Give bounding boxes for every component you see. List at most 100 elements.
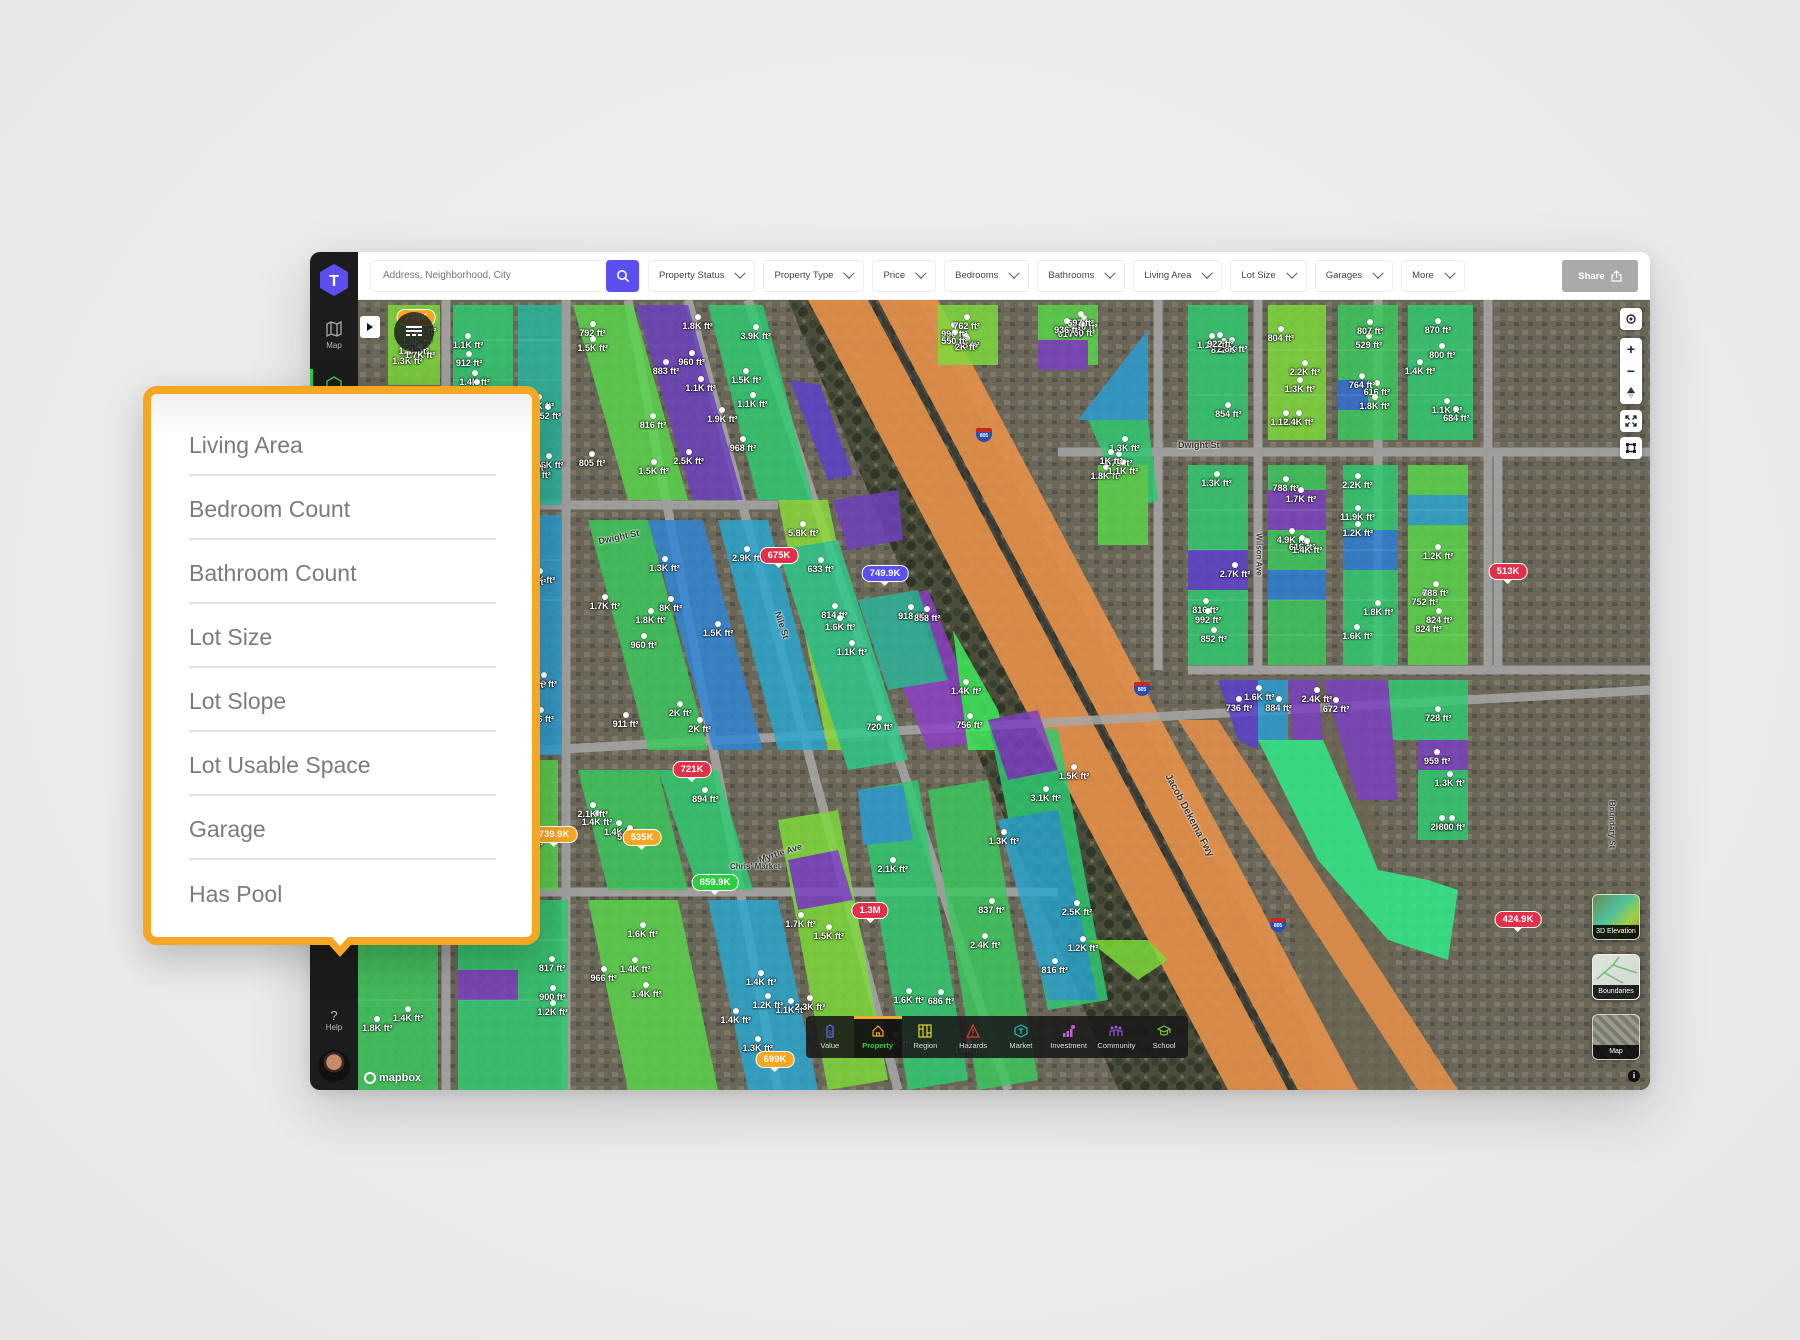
parcel-centroid-dot[interactable] — [466, 350, 473, 357]
panel-toggle-button[interactable] — [360, 316, 380, 338]
menu-item-lot-size[interactable]: Lot Size — [189, 604, 496, 668]
parcel-centroid-dot[interactable] — [1432, 581, 1439, 588]
parcel-centroid-dot[interactable] — [600, 965, 607, 972]
parcel-centroid-dot[interactable] — [1436, 607, 1443, 614]
filter-bathrooms[interactable]: Bathrooms — [1037, 259, 1126, 292]
parcel-centroid-dot[interactable] — [544, 404, 551, 411]
parcel-centroid-dot[interactable] — [1074, 900, 1081, 907]
sidebar-item-help[interactable]: ? Help — [310, 1008, 358, 1032]
parcel-centroid-dot[interactable] — [1225, 402, 1232, 409]
parcel-centroid-dot[interactable] — [1288, 528, 1295, 535]
parcel-centroid-dot[interactable] — [889, 856, 896, 863]
filter-price[interactable]: Price — [872, 259, 937, 292]
menu-item-bedroom-count[interactable]: Bedroom Count — [189, 476, 496, 540]
parcel-centroid-dot[interactable] — [589, 321, 596, 327]
parcel-centroid-dot[interactable] — [831, 603, 838, 610]
filter-lot-size[interactable]: Lot Size — [1230, 259, 1307, 292]
legend-button[interactable] — [394, 312, 434, 352]
parcel-centroid-dot[interactable] — [702, 786, 709, 793]
parcel-centroid-dot[interactable] — [1375, 599, 1382, 606]
parcel-centroid-dot[interactable] — [549, 955, 556, 962]
parcel-centroid-dot[interactable] — [1051, 957, 1058, 964]
search-button[interactable] — [606, 259, 639, 292]
sidebar-item-map[interactable]: Map — [310, 320, 358, 350]
parcel-centroid-dot[interactable] — [622, 712, 629, 719]
parcel-centroid-dot[interactable] — [1282, 476, 1289, 483]
user-avatar[interactable] — [318, 1050, 350, 1082]
parcel-centroid-dot[interactable] — [589, 336, 596, 343]
parcel-centroid-dot[interactable] — [1435, 543, 1442, 550]
parcel-centroid-dot[interactable] — [549, 1000, 556, 1007]
parcel-centroid-dot[interactable] — [677, 701, 684, 708]
parcel-centroid-dot[interactable] — [1448, 815, 1455, 822]
parcel-centroid-dot[interactable] — [1439, 814, 1446, 821]
parcel-centroid-dot[interactable] — [1354, 520, 1361, 527]
parcel-centroid-dot[interactable] — [837, 615, 844, 622]
parcel-centroid-dot[interactable] — [744, 545, 751, 552]
parcel-centroid-dot[interactable] — [471, 369, 478, 376]
parcel-centroid-dot[interactable] — [1000, 829, 1007, 836]
parcel-centroid-dot[interactable] — [1080, 936, 1087, 943]
info-button[interactable]: i — [1628, 1070, 1640, 1082]
parcel-centroid-dot[interactable] — [988, 898, 995, 905]
parcel-centroid-dot[interactable] — [694, 313, 701, 320]
parcel-centroid-dot[interactable] — [1064, 318, 1071, 325]
layer-tab-market[interactable]: Market — [997, 1016, 1045, 1058]
parcel-centroid-dot[interactable] — [639, 922, 646, 928]
parcel-centroid-dot[interactable] — [647, 607, 654, 614]
zoom-in-button[interactable]: + — [1620, 338, 1642, 360]
layer-3d-elevation[interactable]: 3D Elevation — [1592, 894, 1640, 940]
parcel-centroid-dot[interactable] — [696, 716, 703, 723]
parcel-centroid-dot[interactable] — [1071, 764, 1078, 771]
parcel-centroid-dot[interactable] — [787, 998, 794, 1005]
layer-tab-value[interactable]: $ Value — [806, 1016, 854, 1058]
parcel-centroid-dot[interactable] — [1108, 449, 1115, 456]
parcel-centroid-dot[interactable] — [963, 678, 970, 685]
search-input[interactable] — [371, 260, 606, 291]
parcel-centroid-dot[interactable] — [1077, 310, 1084, 317]
layer-map[interactable]: Map — [1592, 1014, 1640, 1060]
parcel-centroid-dot[interactable] — [663, 358, 670, 365]
parcel-centroid-dot[interactable] — [1439, 343, 1446, 350]
parcel-centroid-dot[interactable] — [697, 376, 704, 383]
parcel-centroid-dot[interactable] — [754, 1035, 761, 1042]
parcel-centroid-dot[interactable] — [1277, 325, 1284, 332]
draw-area-button[interactable] — [1620, 437, 1642, 459]
parcel-centroid-dot[interactable] — [650, 413, 656, 420]
parcel-centroid-dot[interactable] — [817, 557, 824, 564]
parcel-centroid-dot[interactable] — [1213, 470, 1220, 477]
price-marker[interactable]: 859.9K — [691, 874, 739, 891]
parcel-centroid-dot[interactable] — [549, 985, 556, 992]
parcel-centroid-dot[interactable] — [1275, 695, 1282, 702]
parcel-centroid-dot[interactable] — [1313, 686, 1320, 693]
parcel-centroid-dot[interactable] — [643, 982, 650, 989]
parcel-centroid-dot[interactable] — [982, 932, 989, 939]
locate-button[interactable] — [1620, 308, 1642, 330]
parcel-centroid-dot[interactable] — [1202, 598, 1209, 605]
parcel-centroid-dot[interactable] — [749, 392, 756, 399]
parcel-centroid-dot[interactable] — [474, 379, 481, 386]
parcel-centroid-dot[interactable] — [1298, 486, 1305, 493]
parcel-centroid-dot[interactable] — [589, 451, 596, 458]
parcel-centroid-dot[interactable] — [1232, 562, 1239, 569]
layer-tab-region[interactable]: Region — [902, 1016, 950, 1058]
parcel-centroid-dot[interactable] — [1434, 748, 1441, 755]
parcel-centroid-dot[interactable] — [1236, 696, 1243, 703]
share-button[interactable]: Share — [1562, 260, 1638, 292]
parcel-centroid-dot[interactable] — [1210, 627, 1217, 634]
parcel-centroid-dot[interactable] — [1217, 331, 1224, 338]
menu-item-bathroom-count[interactable]: Bathroom Count — [189, 540, 496, 604]
parcel-centroid-dot[interactable] — [616, 820, 623, 827]
parcel-centroid-dot[interactable] — [1444, 397, 1451, 404]
mapbox-attribution[interactable]: mapbox — [364, 1072, 421, 1084]
parcel-centroid-dot[interactable] — [1304, 538, 1311, 545]
parcel-centroid-dot[interactable] — [963, 314, 970, 321]
filter-living-area[interactable]: Living Area — [1133, 259, 1223, 292]
parcel-centroid-dot[interactable] — [1371, 393, 1378, 400]
parcel-centroid-dot[interactable] — [1256, 685, 1263, 692]
parcel-centroid-dot[interactable] — [667, 595, 674, 602]
price-marker[interactable]: 721K — [672, 761, 712, 778]
parcel-centroid-dot[interactable] — [1301, 359, 1308, 366]
menu-item-lot-slope[interactable]: Lot Slope — [189, 668, 496, 732]
parcel-centroid-dot[interactable] — [640, 633, 647, 640]
